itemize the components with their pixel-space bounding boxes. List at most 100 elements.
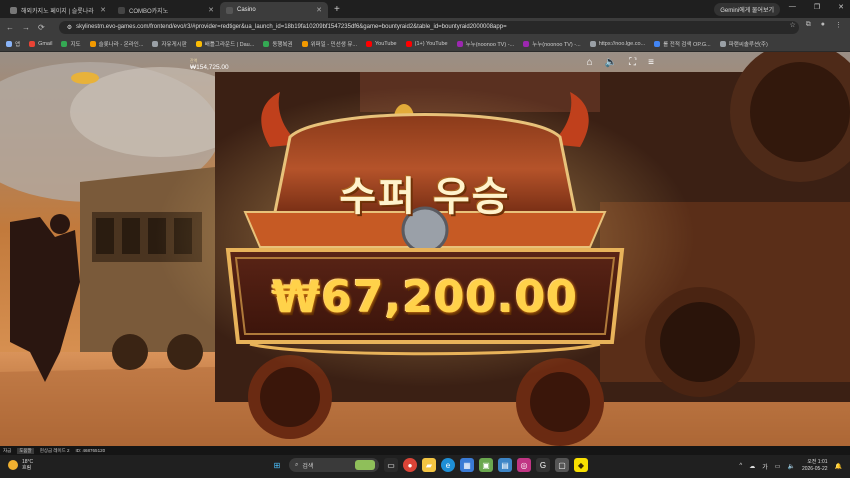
bookmark-item[interactable]: 위퍼일 - 민선생 뮤...	[301, 40, 357, 48]
balance-label: 잔액	[190, 58, 198, 63]
reload-icon[interactable]: ⟳	[38, 23, 45, 32]
search-icon: ⌕	[295, 461, 299, 468]
bookmark-item[interactable]: 동행복권	[263, 40, 293, 48]
close-tab-icon[interactable]: ✕	[208, 6, 214, 14]
bookmark-item[interactable]: YouTube	[365, 40, 397, 47]
app-icon[interactable]: ▢	[555, 458, 569, 472]
win-title: 수퍼 우승	[339, 174, 511, 220]
tab-favicon-icon	[118, 6, 125, 14]
store-icon[interactable]: ▦	[460, 458, 474, 472]
file-explorer-icon[interactable]: ▰	[422, 458, 436, 472]
browser-tab-3[interactable]: Casino ✕	[220, 2, 328, 18]
back-icon[interactable]: ←	[6, 23, 14, 32]
app-icon[interactable]: G	[536, 458, 550, 472]
tab-favicon-icon	[10, 6, 17, 14]
browser-tab-1[interactable]: 해외카지노 페이지 | 슬롯나라 ✕	[4, 2, 112, 18]
system-tray: ^ ☁ 가 ▭ 🔈 오전 1:01 2026-05-22 🔔	[739, 459, 842, 473]
session-id: ID: 468765120	[75, 448, 106, 453]
menu-icon[interactable]: ≡	[648, 57, 654, 68]
tab-favicon-icon	[226, 6, 233, 14]
win-amount: ₩67,200.00	[271, 272, 579, 323]
taskbar-apps: ⊞ ⌕ 검색 ▭ ● ▰ e ▦ ▣ ▤ ◎ G ▢ ◆	[270, 458, 588, 472]
bookmark-item[interactable]: (1+) YouTube	[405, 40, 448, 47]
forward-icon[interactable]: →	[22, 23, 30, 32]
game-controls: ⌂ 🔈 ⛶ ≡	[587, 57, 654, 68]
weather-widget[interactable]: 18°C 흐림	[8, 459, 33, 471]
close-tab-icon[interactable]: ✕	[316, 6, 322, 14]
url-text: skylinestm.evo-games.com/frontend/evo/r3…	[76, 24, 507, 30]
game-status-bar: 자금 도움말 현상금 레이드 2 ID: 468765120	[0, 446, 850, 455]
bookmark-item[interactable]: Gmail	[29, 40, 52, 47]
menu-icon[interactable]: ⋮	[835, 21, 842, 29]
clock[interactable]: 오전 1:01 2026-05-22	[802, 459, 828, 473]
volume-icon[interactable]: 🔈	[787, 463, 794, 470]
maximize-icon[interactable]: ❐	[814, 3, 820, 11]
bookmark-item[interactable]: 누누(noonoo TV) -...	[456, 40, 514, 48]
bookmark-item[interactable]: 롤 전적 검색 OP.G...	[654, 40, 711, 48]
maps-icon	[61, 40, 68, 47]
balance-display: 잔액 ₩154,725.00	[190, 57, 229, 71]
task-view-icon[interactable]: ▭	[384, 458, 398, 472]
bookmark-icon	[456, 40, 463, 47]
bookmark-item[interactable]: 배틀그라운드 | Dau...	[195, 40, 254, 48]
chrome-icon[interactable]: ●	[403, 458, 417, 472]
bookmark-icon	[152, 40, 159, 47]
bookmark-icon	[263, 40, 270, 47]
bookmark-item[interactable]: 지도	[61, 40, 81, 48]
game-canvas[interactable]: 잔액 ₩154,725.00 ⌂ 🔈 ⛶ ≡ 수퍼 우승 ₩67,200.00	[0, 52, 850, 446]
extensions-icon[interactable]: ⧉	[806, 21, 811, 29]
new-tab-button[interactable]: +	[334, 2, 340, 18]
bookmark-icon	[523, 40, 530, 47]
funds-tab[interactable]: 자금	[3, 448, 11, 454]
fullscreen-icon[interactable]: ⛶	[629, 57, 636, 68]
close-window-icon[interactable]: ✕	[838, 3, 844, 11]
bookmark-item[interactable]: 자유게시판	[152, 40, 187, 48]
toolbar-actions: ☆ ⧉ ● ⋮	[789, 21, 842, 29]
ime-indicator[interactable]: 가	[762, 462, 768, 471]
profile-icon[interactable]: ●	[821, 21, 825, 29]
weather-icon	[8, 460, 18, 470]
address-toolbar: ← → ⟳ ⚙ skylinestm.evo-games.com/fronten…	[0, 18, 850, 36]
url-bar[interactable]: ⚙ skylinestm.evo-games.com/frontend/evo/…	[58, 20, 799, 34]
clock-time: 오전 1:01	[807, 459, 828, 465]
globe-icon	[589, 40, 596, 47]
game-scene-illustration	[0, 52, 850, 446]
bookmark-icon	[654, 40, 661, 47]
bookmark-item[interactable]: 파랜씨솔루션(주)	[719, 40, 768, 48]
window-controls: — ❐ ✕	[789, 3, 844, 11]
browser-tab-2[interactable]: COMBO카지노 ✕	[112, 2, 220, 18]
search-highlight-icon	[355, 460, 375, 470]
instagram-icon[interactable]: ◎	[517, 458, 531, 472]
home-icon[interactable]: ⌂	[587, 57, 593, 68]
network-icon[interactable]: ▭	[775, 463, 781, 470]
bookmark-item[interactable]: 앱	[6, 40, 20, 48]
minimize-icon[interactable]: —	[789, 3, 796, 11]
windows-start-icon[interactable]: ⊞	[270, 458, 284, 472]
close-tab-icon[interactable]: ✕	[100, 6, 106, 14]
tray-overflow-icon[interactable]: ^	[739, 463, 742, 469]
edge-icon[interactable]: e	[441, 458, 455, 472]
sound-icon[interactable]: 🔈	[605, 57, 617, 68]
bookmark-icon	[6, 40, 12, 47]
app-icon[interactable]: ▤	[498, 458, 512, 472]
bookmark-item[interactable]: 슬롯나라 - 온라인...	[89, 40, 143, 48]
app-icon[interactable]: ▣	[479, 458, 493, 472]
youtube-icon	[365, 40, 372, 47]
bookmark-item[interactable]: https://noo.lge.co...	[589, 40, 645, 47]
notification-icon[interactable]: 🔔	[835, 463, 842, 470]
bookmark-star-icon[interactable]: ☆	[789, 21, 795, 29]
tab-label: Casino	[237, 7, 256, 13]
site-info-icon[interactable]: ⚙	[67, 24, 72, 31]
cloud-icon[interactable]: ☁	[749, 463, 755, 470]
help-tab[interactable]: 도움말	[17, 447, 34, 454]
gemini-button[interactable]: Gemini에게 물어보기	[714, 3, 780, 16]
search-placeholder: 검색	[302, 463, 314, 470]
bookmark-item[interactable]: 누누(noonoo TV) -...	[523, 40, 581, 48]
tab-label: 해외카지노 페이지 | 슬롯나라	[21, 8, 94, 15]
taskbar-search[interactable]: ⌕ 검색	[289, 458, 379, 472]
globe-icon	[719, 40, 726, 47]
bookmark-icon	[89, 40, 96, 47]
kakaotalk-icon[interactable]: ◆	[574, 458, 588, 472]
tab-label: COMBO카지노	[129, 8, 169, 15]
taskbar: 18°C 흐림 ⊞ ⌕ 검색 ▭ ● ▰ e ▦ ▣ ▤ ◎ G ▢ ◆ ^ ☁…	[0, 455, 850, 478]
